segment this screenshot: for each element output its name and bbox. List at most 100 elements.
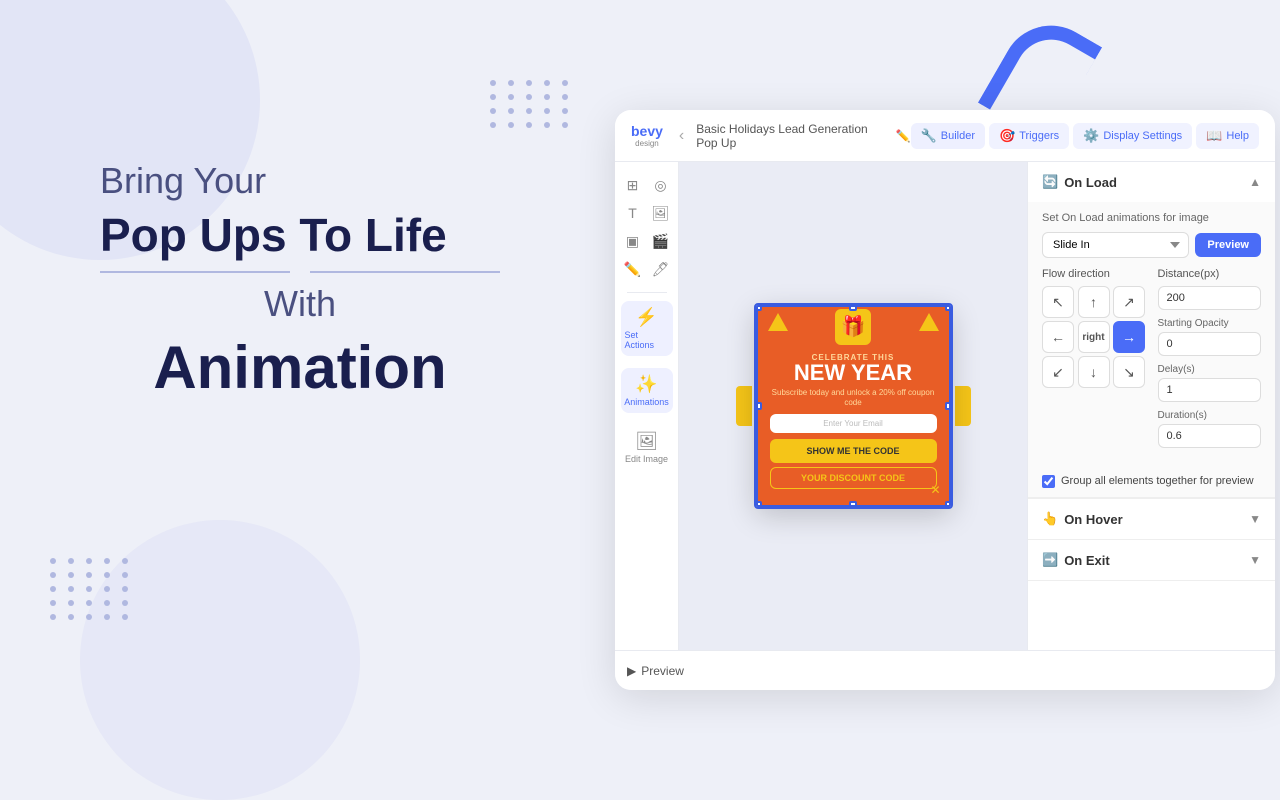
distance-input[interactable]: [1158, 286, 1262, 310]
edit-image-label: Edit Image: [625, 454, 668, 464]
handle-ml: [756, 402, 762, 410]
on-hover-header[interactable]: 👆 On Hover ▼: [1028, 499, 1275, 539]
handle-tm: [849, 305, 857, 311]
popup-top-deco: 🎁: [758, 307, 949, 345]
direction-grid: ↖ ↑ ↗ ← right → ↙ ↓ ↘: [1042, 286, 1146, 388]
handle-mr: [945, 402, 951, 410]
help-button[interactable]: 📖 Help: [1196, 123, 1259, 149]
animation-panel: 🔄 On Load ▲ Set On Load animations for i…: [1027, 162, 1275, 650]
display-settings-icon: ⚙️: [1083, 128, 1099, 144]
popup-gift-icon: 🎁: [835, 309, 871, 345]
on-load-section: 🔄 On Load ▲ Set On Load animations for i…: [1028, 162, 1275, 499]
animations-label: Animations: [624, 397, 669, 407]
on-load-body: Set On Load animations for image Slide I…: [1028, 202, 1275, 466]
delay-label: Delay(s): [1158, 364, 1262, 375]
popup-triangle-left: [768, 313, 788, 331]
handle-br: [945, 501, 951, 507]
display-settings-button[interactable]: ⚙️ Display Settings: [1073, 123, 1192, 149]
refresh-icon: 🔄: [1042, 174, 1058, 190]
animation-type-select[interactable]: Slide In: [1042, 232, 1189, 258]
popup-discount-button[interactable]: YOUR DISCOUNT CODE: [770, 467, 937, 489]
set-actions-label: Set Actions: [625, 330, 669, 350]
play-icon: ▶: [627, 664, 636, 678]
handle-bl: [756, 501, 762, 507]
toolbar-divider-1: [627, 292, 667, 293]
layout-icon[interactable]: ▣: [620, 228, 646, 254]
popup-email-input[interactable]: Enter Your Email: [770, 414, 937, 433]
dir-btn-bm[interactable]: ↓: [1078, 356, 1110, 388]
duration-label: Duration(s): [1158, 410, 1262, 421]
top-bar: bevy design ‹ Basic Holidays Lead Genera…: [615, 110, 1275, 162]
two-col-layout: Flow direction ↖ ↑ ↗ ← right → ↙ ↓ ↘: [1042, 268, 1261, 456]
popup-new-year-text: NEW YEAR: [770, 362, 937, 384]
opacity-input[interactable]: [1158, 332, 1262, 356]
help-icon: 📖: [1206, 128, 1222, 144]
main-area: ⊞ ◎ T 🖼 ▣ 🎬 ✏️ 🖊 ⚡ Set Actions ✨ Animati…: [615, 162, 1275, 650]
distance-col: Distance(px) Starting Opacity Delay(s) D…: [1158, 268, 1262, 456]
grid-icon[interactable]: ⊞: [620, 172, 646, 198]
popup-card[interactable]: 🎁 CELEBRATE THIS NEW YEAR Subscribe toda…: [756, 305, 951, 508]
handle-bm: [849, 501, 857, 507]
delay-input[interactable]: [1158, 378, 1262, 402]
top-nav-buttons: 🔧 Builder 🎯 Triggers ⚙️ Display Settings…: [911, 123, 1259, 149]
flow-direction-col: Flow direction ↖ ↑ ↗ ← right → ↙ ↓ ↘: [1042, 268, 1146, 456]
duration-input[interactable]: [1158, 424, 1262, 448]
project-title: Basic Holidays Lead Generation Pop Up: [696, 122, 891, 150]
triggers-button[interactable]: 🎯 Triggers: [989, 123, 1069, 149]
on-hover-title-group: 👆 On Hover: [1042, 511, 1123, 527]
group-checkbox-label: Group all elements together for preview: [1061, 474, 1254, 489]
dir-btn-br[interactable]: ↘: [1113, 356, 1145, 388]
set-actions-button[interactable]: ⚡ Set Actions: [621, 301, 673, 356]
handle-tl: [756, 305, 762, 311]
builder-button[interactable]: 🔧 Builder: [911, 123, 985, 149]
on-exit-section: ➡️ On Exit ▼: [1028, 540, 1275, 581]
handle-tr: [945, 305, 951, 311]
logo-sub: design: [635, 139, 659, 148]
draw-icon[interactable]: ✏️: [620, 256, 646, 282]
bottom-bar: ▶ Preview: [615, 650, 1275, 690]
on-load-subtitle: Set On Load animations for image: [1042, 212, 1261, 224]
popup-subtitle: Subscribe today and unlock a 20% off cou…: [770, 388, 937, 409]
bottom-preview-button[interactable]: ▶ Preview: [627, 664, 684, 678]
text-icon[interactable]: T: [620, 200, 646, 226]
on-exit-header[interactable]: ➡️ On Exit ▼: [1028, 540, 1275, 580]
video-icon[interactable]: 🎬: [648, 228, 674, 254]
on-load-header[interactable]: 🔄 On Load ▲: [1028, 162, 1275, 202]
back-arrow[interactable]: ‹: [675, 123, 688, 149]
canvas-area: 🎁 CELEBRATE THIS NEW YEAR Subscribe toda…: [679, 162, 1027, 650]
on-load-chevron: ▲: [1249, 175, 1261, 189]
dir-btn-tl[interactable]: ↖: [1042, 286, 1074, 318]
flow-direction-label: Flow direction: [1042, 268, 1146, 280]
on-exit-title-group: ➡️ On Exit: [1042, 552, 1110, 568]
divider: [100, 271, 500, 273]
animations-button[interactable]: ✨ Animations: [621, 368, 673, 413]
dots-pattern-top: [490, 80, 572, 128]
popup-body: CELEBRATE THIS NEW YEAR Subscribe today …: [758, 345, 949, 506]
popup-close-icon[interactable]: ✕: [930, 483, 940, 497]
dir-btn-center[interactable]: right: [1078, 321, 1110, 353]
popup-cta-button[interactable]: SHOW ME THE CODE: [770, 439, 937, 463]
tagline-line1: Bring Your: [100, 160, 500, 202]
toolbar-icon-group-1: ⊞ ◎ T 🖼 ▣ 🎬 ✏️ 🖊: [618, 170, 676, 284]
on-exit-title: On Exit: [1064, 553, 1110, 568]
edit-title-icon[interactable]: ✏️: [896, 129, 911, 143]
group-checkbox[interactable]: [1042, 475, 1055, 488]
builder-icon: 🔧: [921, 128, 937, 144]
dots-pattern-bottom: [50, 558, 132, 620]
dir-btn-tm[interactable]: ↑: [1078, 286, 1110, 318]
on-hover-title: On Hover: [1064, 512, 1123, 527]
dir-btn-tr[interactable]: ↗: [1113, 286, 1145, 318]
dir-btn-ml[interactable]: ←: [1042, 321, 1074, 353]
yellow-bar-right: [955, 386, 971, 426]
left-toolbar: ⊞ ◎ T 🖼 ▣ 🎬 ✏️ 🖊 ⚡ Set Actions ✨ Animati…: [615, 162, 679, 650]
preview-button[interactable]: Preview: [1195, 233, 1261, 257]
on-exit-chevron: ▼: [1249, 553, 1261, 567]
set-actions-icon: ⚡: [635, 307, 657, 328]
pen-icon[interactable]: 🖊: [648, 256, 674, 282]
edit-image-button[interactable]: 🖼 Edit Image: [621, 425, 673, 470]
exit-icon: ➡️: [1042, 552, 1058, 568]
image-icon[interactable]: 🖼: [648, 200, 674, 226]
circle-icon[interactable]: ◎: [648, 172, 674, 198]
dir-btn-bl[interactable]: ↙: [1042, 356, 1074, 388]
dir-btn-mr[interactable]: →: [1113, 321, 1145, 353]
